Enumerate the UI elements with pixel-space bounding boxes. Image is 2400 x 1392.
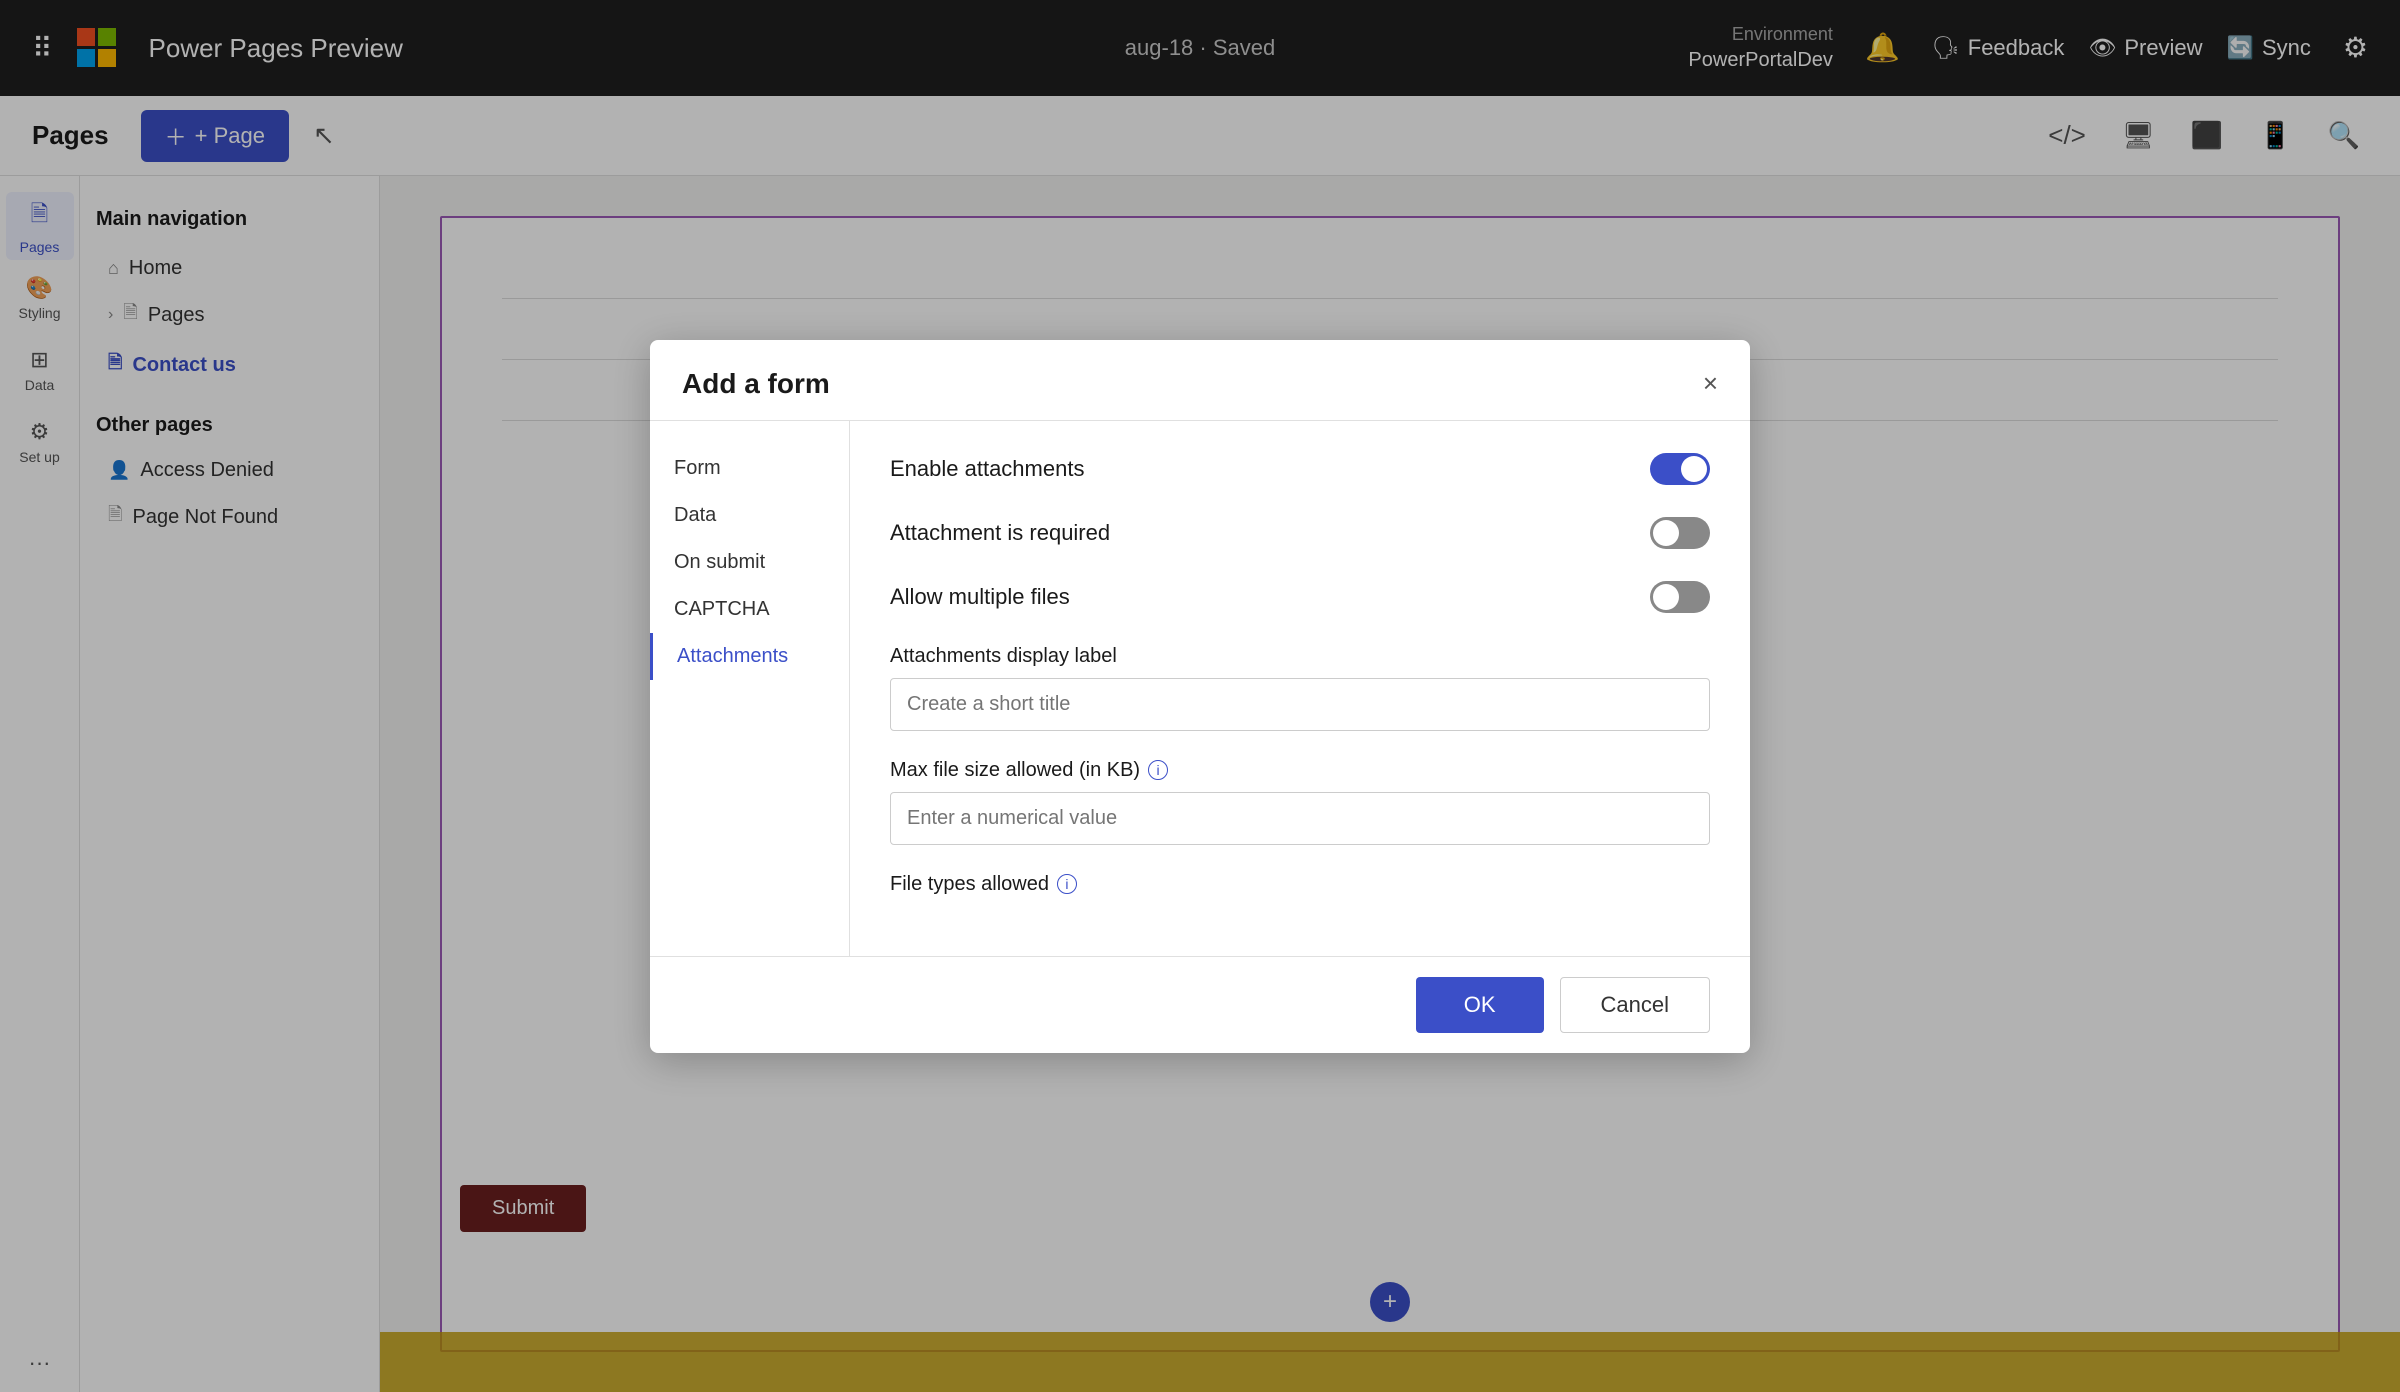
enable-attachments-toggle[interactable] [1650, 453, 1710, 485]
file-types-group: File types allowed i [890, 873, 1710, 896]
max-file-size-group: Max file size allowed (in KB) i [890, 759, 1710, 845]
attachment-required-label: Attachment is required [890, 520, 1110, 546]
ok-button[interactable]: OK [1416, 977, 1544, 1033]
dialog-close-button[interactable]: × [1703, 368, 1718, 399]
dialog-content: Enable attachments Attachment is require… [850, 421, 1750, 956]
max-file-size-info-icon[interactable]: i [1148, 760, 1168, 780]
display-label-input[interactable] [890, 678, 1710, 731]
display-label-group: Attachments display label [890, 645, 1710, 731]
dialog-header: Add a form × [650, 340, 1750, 421]
toggle-knob-on [1681, 456, 1707, 482]
add-form-dialog: Add a form × Form Data On submit CAPTCHA… [650, 340, 1750, 1053]
cancel-button[interactable]: Cancel [1560, 977, 1710, 1033]
enable-attachments-row: Enable attachments [890, 453, 1710, 485]
enable-attachments-label: Enable attachments [890, 456, 1084, 482]
display-label-field-label: Attachments display label [890, 645, 1710, 668]
allow-multiple-toggle[interactable] [1650, 581, 1710, 613]
dialog-nav: Form Data On submit CAPTCHA Attachments [650, 421, 850, 956]
attachment-required-row: Attachment is required [890, 517, 1710, 549]
max-file-size-input[interactable] [890, 792, 1710, 845]
dialog-footer: OK Cancel [650, 956, 1750, 1053]
modal-overlay: Add a form × Form Data On submit CAPTCHA… [0, 0, 2400, 1392]
dialog-title: Add a form [682, 368, 830, 400]
dialog-nav-attachments[interactable]: Attachments [650, 633, 849, 680]
allow-multiple-row: Allow multiple files [890, 581, 1710, 613]
dialog-nav-data[interactable]: Data [650, 492, 849, 539]
toggle-knob-off1 [1653, 520, 1679, 546]
file-types-info-icon[interactable]: i [1057, 874, 1077, 894]
dialog-nav-captcha[interactable]: CAPTCHA [650, 586, 849, 633]
max-file-size-label: Max file size allowed (in KB) i [890, 759, 1710, 782]
file-types-label: File types allowed i [890, 873, 1710, 896]
dialog-body: Form Data On submit CAPTCHA Attachments … [650, 421, 1750, 956]
toggle-knob-off2 [1653, 584, 1679, 610]
attachment-required-toggle[interactable] [1650, 517, 1710, 549]
dialog-nav-form[interactable]: Form [650, 445, 849, 492]
dialog-nav-on-submit[interactable]: On submit [650, 539, 849, 586]
allow-multiple-label: Allow multiple files [890, 584, 1070, 610]
